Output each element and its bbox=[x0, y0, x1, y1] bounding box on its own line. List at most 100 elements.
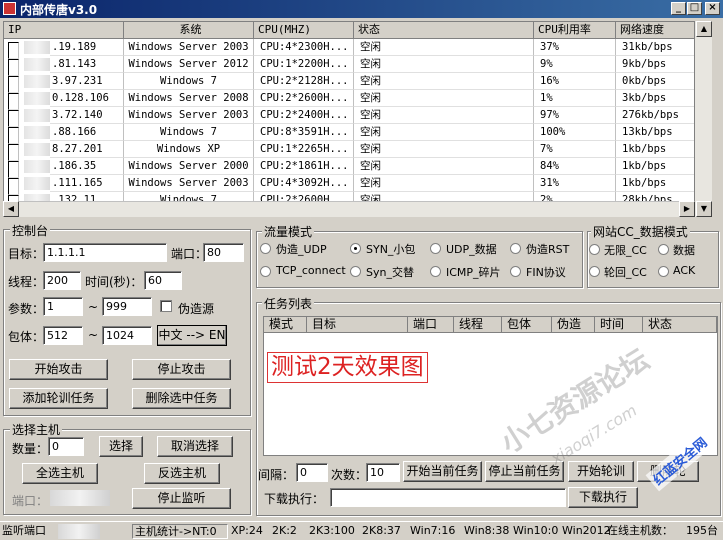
packet-to-input[interactable]: 1024 bbox=[102, 326, 152, 345]
host-usage: 100% bbox=[534, 124, 616, 141]
download-url-input[interactable] bbox=[330, 488, 566, 507]
stop-current-task-button[interactable]: 停止当前任务 bbox=[485, 461, 564, 482]
status-win2012: Win2012 bbox=[562, 524, 611, 537]
task-col-packet[interactable]: 包体 bbox=[502, 317, 552, 333]
task-col-time[interactable]: 时间 bbox=[595, 317, 643, 333]
traffic-radio[interactable] bbox=[350, 266, 361, 277]
delete-selected-task-button[interactable]: 删除选中任务 bbox=[132, 388, 231, 409]
host-row[interactable]: .88.166 Windows 7 CPU:8*3591H... 空闲 100% 13kb… bbox=[4, 124, 694, 144]
task-col-mode[interactable]: 模式 bbox=[264, 317, 307, 333]
col-usage[interactable]: CPU利用率 bbox=[534, 22, 616, 39]
host-table-vscroll[interactable]: ▲ ▼ bbox=[695, 21, 712, 217]
scroll-down-button[interactable]: ▼ bbox=[696, 201, 712, 217]
target-input[interactable]: 1.1.1.1 bbox=[43, 243, 167, 262]
host-row[interactable]: .81.143 Windows Server 2012 CPU:1*2200H...… bbox=[4, 56, 694, 76]
traffic-radio[interactable] bbox=[430, 266, 441, 277]
status-online-count: 195台 bbox=[686, 524, 718, 537]
traffic-option-label: 伪造RST bbox=[526, 243, 570, 256]
param-to-input[interactable]: 999 bbox=[102, 297, 152, 316]
task-list-title: 任务列表 bbox=[262, 295, 315, 312]
host-usage: 9% bbox=[534, 56, 616, 73]
task-list-table[interactable]: 模式 目标 端口 线程 包体 伪造 时间 状态 测试2天效果图 bbox=[263, 316, 718, 456]
host-row[interactable]: .186.35 Windows Server 2000 CPU:2*1861H...… bbox=[4, 158, 694, 178]
col-speed[interactable]: 网络速度 bbox=[616, 22, 694, 39]
host-ip: 8.27.201 bbox=[50, 141, 124, 158]
spoof-checkbox[interactable] bbox=[160, 300, 172, 312]
traffic-radio[interactable] bbox=[510, 243, 521, 254]
maximize-button[interactable]: □ bbox=[687, 2, 702, 15]
host-table[interactable]: IP 系统 CPU(MHZ) 状态 CPU利用率 网络速度 .19.189 Win… bbox=[3, 21, 695, 217]
task-col-spoof[interactable]: 伪造 bbox=[552, 317, 595, 333]
threads-label: 线程： bbox=[8, 275, 45, 289]
host-os: Windows XP bbox=[124, 141, 254, 158]
host-cpu: CPU:2*2128H... bbox=[254, 73, 354, 90]
host-table-hscroll[interactable]: ◀ ▶ bbox=[3, 201, 695, 217]
threads-input[interactable]: 200 bbox=[43, 271, 81, 290]
cancel-select-button[interactable]: 取消选择 bbox=[157, 436, 233, 457]
host-usage: 16% bbox=[534, 73, 616, 90]
host-cpu: CPU:4*2300H... bbox=[254, 39, 354, 56]
times-input[interactable]: 10 bbox=[366, 463, 400, 482]
cc-radio[interactable] bbox=[658, 266, 669, 277]
traffic-radio[interactable] bbox=[430, 243, 441, 254]
add-rotation-task-button[interactable]: 添加轮训任务 bbox=[9, 388, 108, 409]
start-rotation-button[interactable]: 开始轮训 bbox=[568, 461, 634, 482]
invert-selection-button[interactable]: 反选主机 bbox=[144, 463, 220, 484]
status-win10: Win10:0 bbox=[513, 524, 559, 537]
task-col-port[interactable]: 端口 bbox=[408, 317, 454, 333]
port-input[interactable]: 80 bbox=[203, 243, 244, 262]
traffic-option-label: Syn_交替 bbox=[366, 266, 414, 279]
close-button[interactable]: × bbox=[705, 2, 720, 15]
task-col-target[interactable]: 目标 bbox=[307, 317, 408, 333]
packet-from-input[interactable]: 512 bbox=[43, 326, 83, 345]
listen-port-redacted bbox=[50, 490, 110, 506]
host-row[interactable]: .111.165 Windows Server 2003 CPU:4*3092H..… bbox=[4, 175, 694, 195]
host-speed: 31kb/bps bbox=[616, 39, 694, 56]
traffic-radio[interactable] bbox=[260, 266, 271, 277]
cc-radio[interactable] bbox=[589, 266, 600, 277]
select-all-hosts-button[interactable]: 全选主机 bbox=[22, 463, 98, 484]
time-input[interactable]: 60 bbox=[144, 271, 182, 290]
task-col-threads[interactable]: 线程 bbox=[454, 317, 502, 333]
window-title: 内部传唐v3.0 bbox=[20, 3, 98, 17]
redacted-ip-prefix bbox=[24, 58, 50, 71]
minimize-button[interactable]: _ bbox=[671, 2, 686, 15]
host-cpu: CPU:8*3591H... bbox=[254, 124, 354, 141]
interval-input[interactable]: 0 bbox=[296, 463, 328, 482]
param-from-input[interactable]: 1 bbox=[43, 297, 83, 316]
scroll-left-button[interactable]: ◀ bbox=[3, 201, 19, 217]
cc-radio[interactable] bbox=[589, 244, 600, 255]
host-speed: 1kb/bps bbox=[616, 158, 694, 175]
traffic-radio[interactable] bbox=[260, 243, 271, 254]
host-row[interactable]: 0.128.106 Windows Server 2008 CPU:2*2600H.… bbox=[4, 90, 694, 110]
scroll-up-button[interactable]: ▲ bbox=[696, 21, 712, 37]
host-cpu: CPU:2*1861H... bbox=[254, 158, 354, 175]
host-row[interactable]: 8.27.201 Windows XP CPU:1*2265H... 空闲 7% 1kb/… bbox=[4, 141, 694, 161]
traffic-option-label: SYN_小包 bbox=[366, 243, 416, 256]
traffic-option-label: TCP_connect bbox=[276, 264, 346, 277]
stop-attack-button[interactable]: 停止攻击 bbox=[132, 359, 231, 380]
traffic-mode-title: 流量模式 bbox=[262, 223, 315, 240]
select-button[interactable]: 选择 bbox=[99, 436, 143, 457]
host-row[interactable]: 3.97.231 Windows 7 CPU:2*2128H... 空闲 16% 0kb/… bbox=[4, 73, 694, 93]
download-execute-button[interactable]: 下载执行 bbox=[568, 487, 638, 508]
task-col-status[interactable]: 状态 bbox=[643, 317, 717, 333]
select-host-title: 选择主机 bbox=[10, 421, 63, 438]
traffic-radio[interactable] bbox=[510, 266, 521, 277]
language-toggle-button[interactable]: 中文 --> EN bbox=[157, 325, 227, 346]
host-row[interactable]: .19.189 Windows Server 2003 CPU:4*2300H...… bbox=[4, 39, 694, 59]
start-current-task-button[interactable]: 开始当前任务 bbox=[403, 461, 482, 482]
col-cpu[interactable]: CPU(MHZ) bbox=[254, 22, 354, 39]
col-ip[interactable]: IP bbox=[4, 22, 124, 39]
count-input[interactable]: 0 bbox=[48, 437, 84, 456]
col-status[interactable]: 状态 bbox=[354, 22, 534, 39]
start-attack-button[interactable]: 开始攻击 bbox=[9, 359, 108, 380]
host-os: Windows Server 2003 bbox=[124, 175, 254, 192]
host-row[interactable]: 3.72.140 Windows Server 2003 CPU:2*2400H..… bbox=[4, 107, 694, 127]
cc-radio[interactable] bbox=[658, 244, 669, 255]
scroll-right-button[interactable]: ▶ bbox=[679, 201, 695, 217]
stop-listen-button[interactable]: 停止监听 bbox=[132, 488, 231, 509]
col-os[interactable]: 系统 bbox=[124, 22, 254, 39]
host-os: Windows 7 bbox=[124, 73, 254, 90]
traffic-radio[interactable] bbox=[350, 243, 361, 254]
